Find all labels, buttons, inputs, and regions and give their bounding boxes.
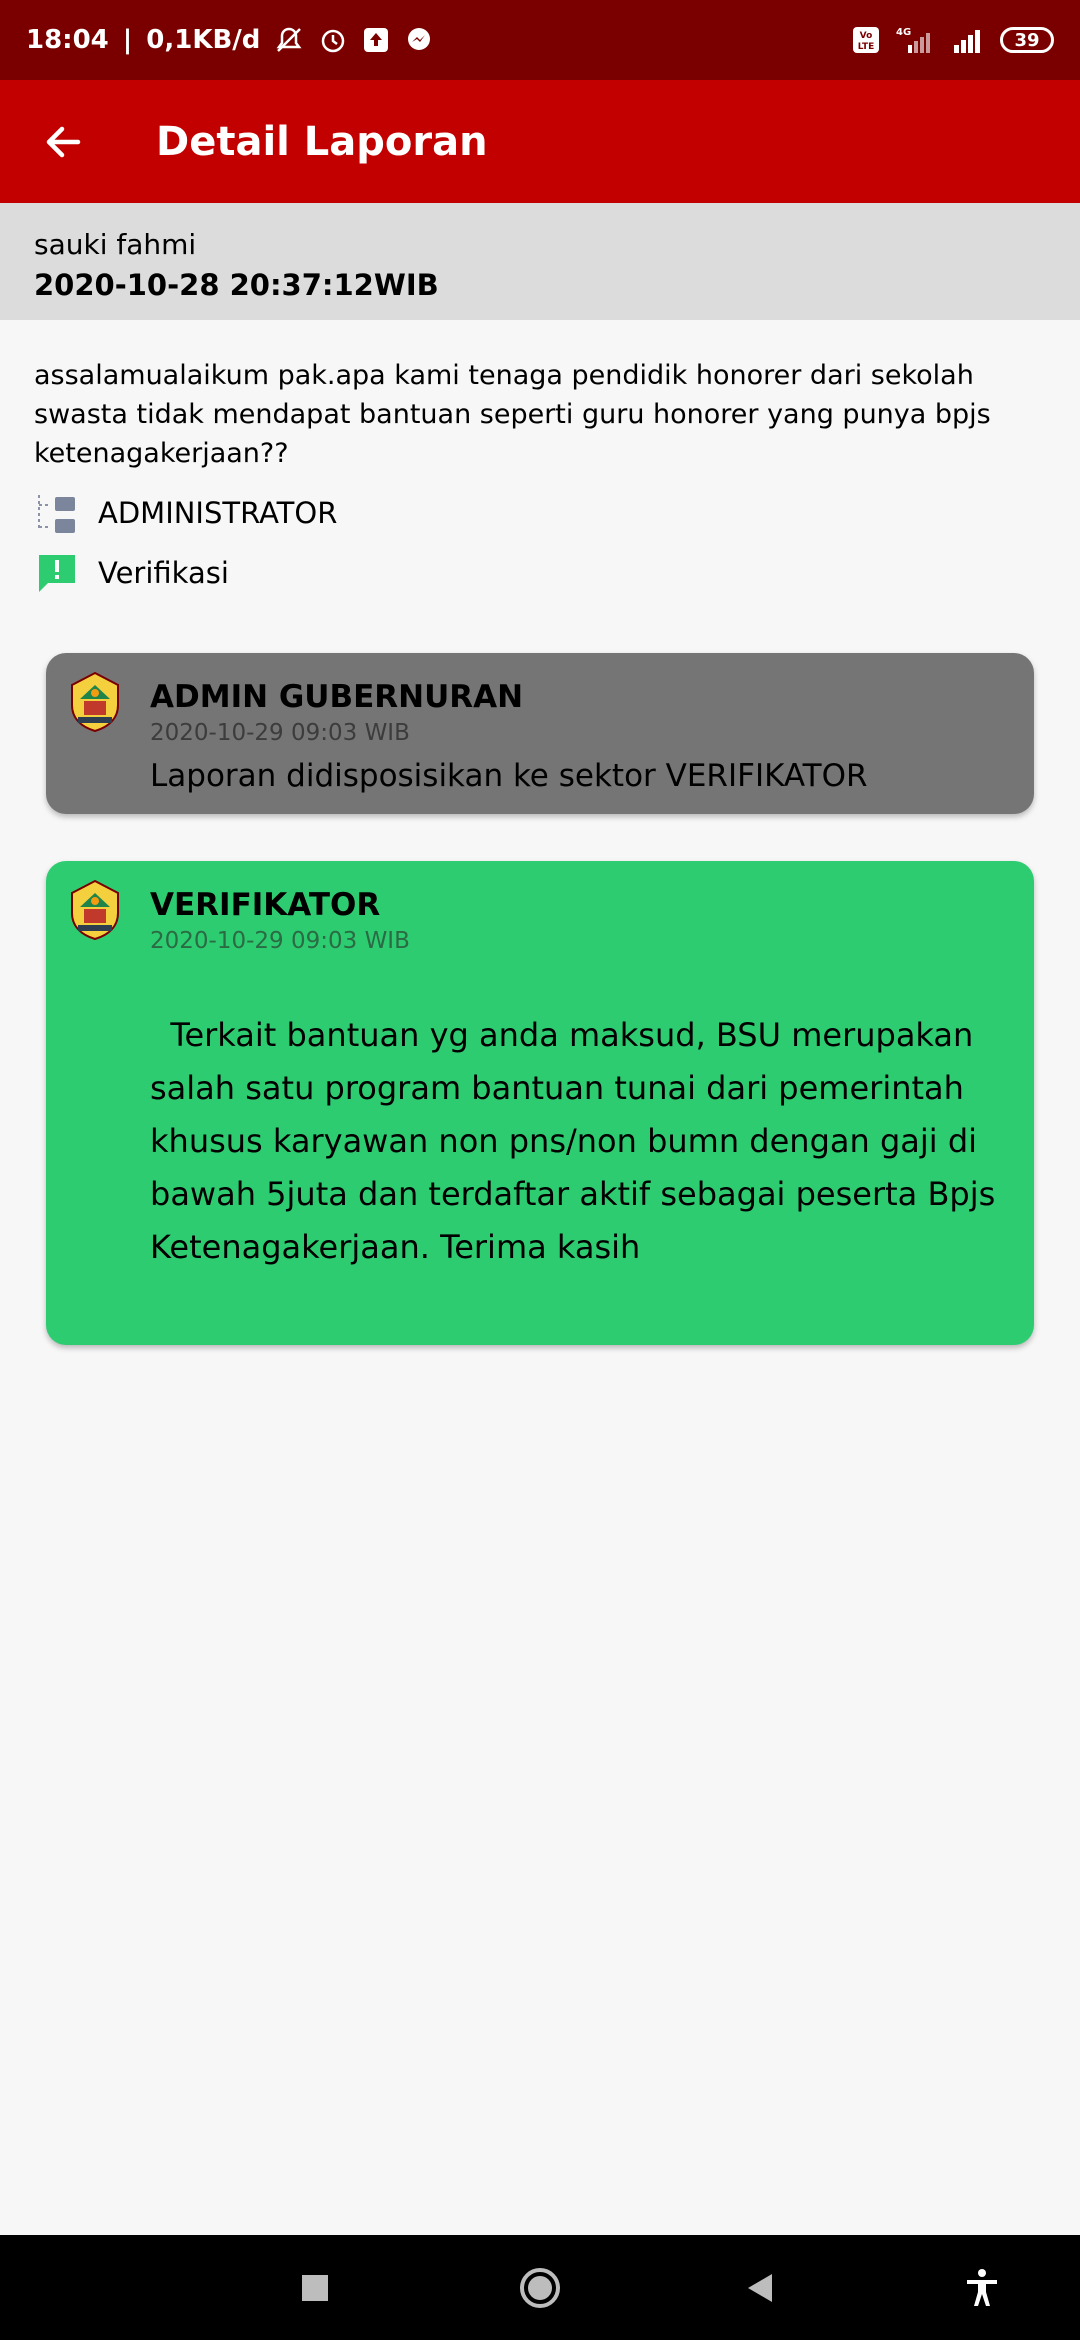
mute-icon (274, 25, 304, 55)
card-sender: VERIFIKATOR (150, 887, 381, 923)
signal-4g-icon: 4G (894, 25, 938, 55)
signal-icon (952, 25, 986, 55)
timeline-card: ADMIN GUBERNURAN 2020-10-29 09:03 WIB La… (46, 653, 1034, 814)
svg-text:4G: 4G (896, 27, 911, 38)
card-message: Laporan didisposisikan ke sektor VERIFIK… (150, 758, 868, 794)
reporter-name: sauki fahmi (34, 228, 197, 261)
svg-text:Vo: Vo (860, 31, 873, 41)
category-label: ADMINISTRATOR (98, 496, 338, 530)
category-row: ADMINISTRATOR (34, 490, 337, 536)
back-button[interactable] (0, 80, 124, 203)
category-tree-icon (34, 490, 80, 536)
report-body: assalamualaikum pak.apa kami tenaga pend… (34, 360, 991, 469)
volte-icon: Vo LTE (852, 26, 880, 54)
accessibility-icon (967, 2268, 997, 2306)
recents-button[interactable] (265, 2235, 365, 2340)
page-title: Detail Laporan (156, 118, 488, 165)
status-bar: 18:04 | 0,1KB/d Vo LTE 4G 39 (0, 0, 1080, 80)
battery-indicator: 39 (1000, 27, 1054, 53)
card-message: Terkait bantuan yg anda maksud, BSU meru… (150, 1016, 996, 1266)
report-date: 2020-10-28 20:37:12WIB (34, 268, 439, 302)
messenger-icon (404, 25, 434, 55)
province-emblem-icon (68, 879, 122, 941)
network-speed: 0,1KB/d (146, 25, 261, 55)
svg-text:LTE: LTE (858, 42, 875, 52)
card-time: 2020-10-29 09:03 WIB (150, 720, 410, 746)
back-nav-button[interactable] (710, 2235, 810, 2340)
status-row: Verifikasi (34, 550, 229, 596)
clock: 18:04 (26, 25, 109, 55)
upload-icon (362, 26, 390, 54)
timeline-card: VERIFIKATOR 2020-10-29 09:03 WIB Terkait… (46, 861, 1034, 1345)
app-bar: Detail Laporan (0, 80, 1080, 203)
alarm-icon (318, 25, 348, 55)
card-sender: ADMIN GUBERNURAN (150, 679, 524, 715)
accessibility-button[interactable] (932, 2235, 1032, 2340)
triangle-back-icon (748, 2273, 772, 2302)
separator: | (122, 25, 133, 55)
province-emblem-icon (68, 671, 122, 733)
arrow-back-icon (46, 126, 81, 157)
system-nav-bar (0, 2235, 1080, 2340)
alert-message-icon (34, 550, 80, 596)
card-time: 2020-10-29 09:03 WIB (150, 928, 410, 954)
reporter-header: sauki fahmi 2020-10-28 20:37:12WIB (0, 203, 1080, 320)
square-icon (302, 2274, 328, 2301)
circle-icon (520, 2267, 560, 2308)
home-button[interactable] (490, 2235, 590, 2340)
status-label: Verifikasi (98, 556, 229, 590)
